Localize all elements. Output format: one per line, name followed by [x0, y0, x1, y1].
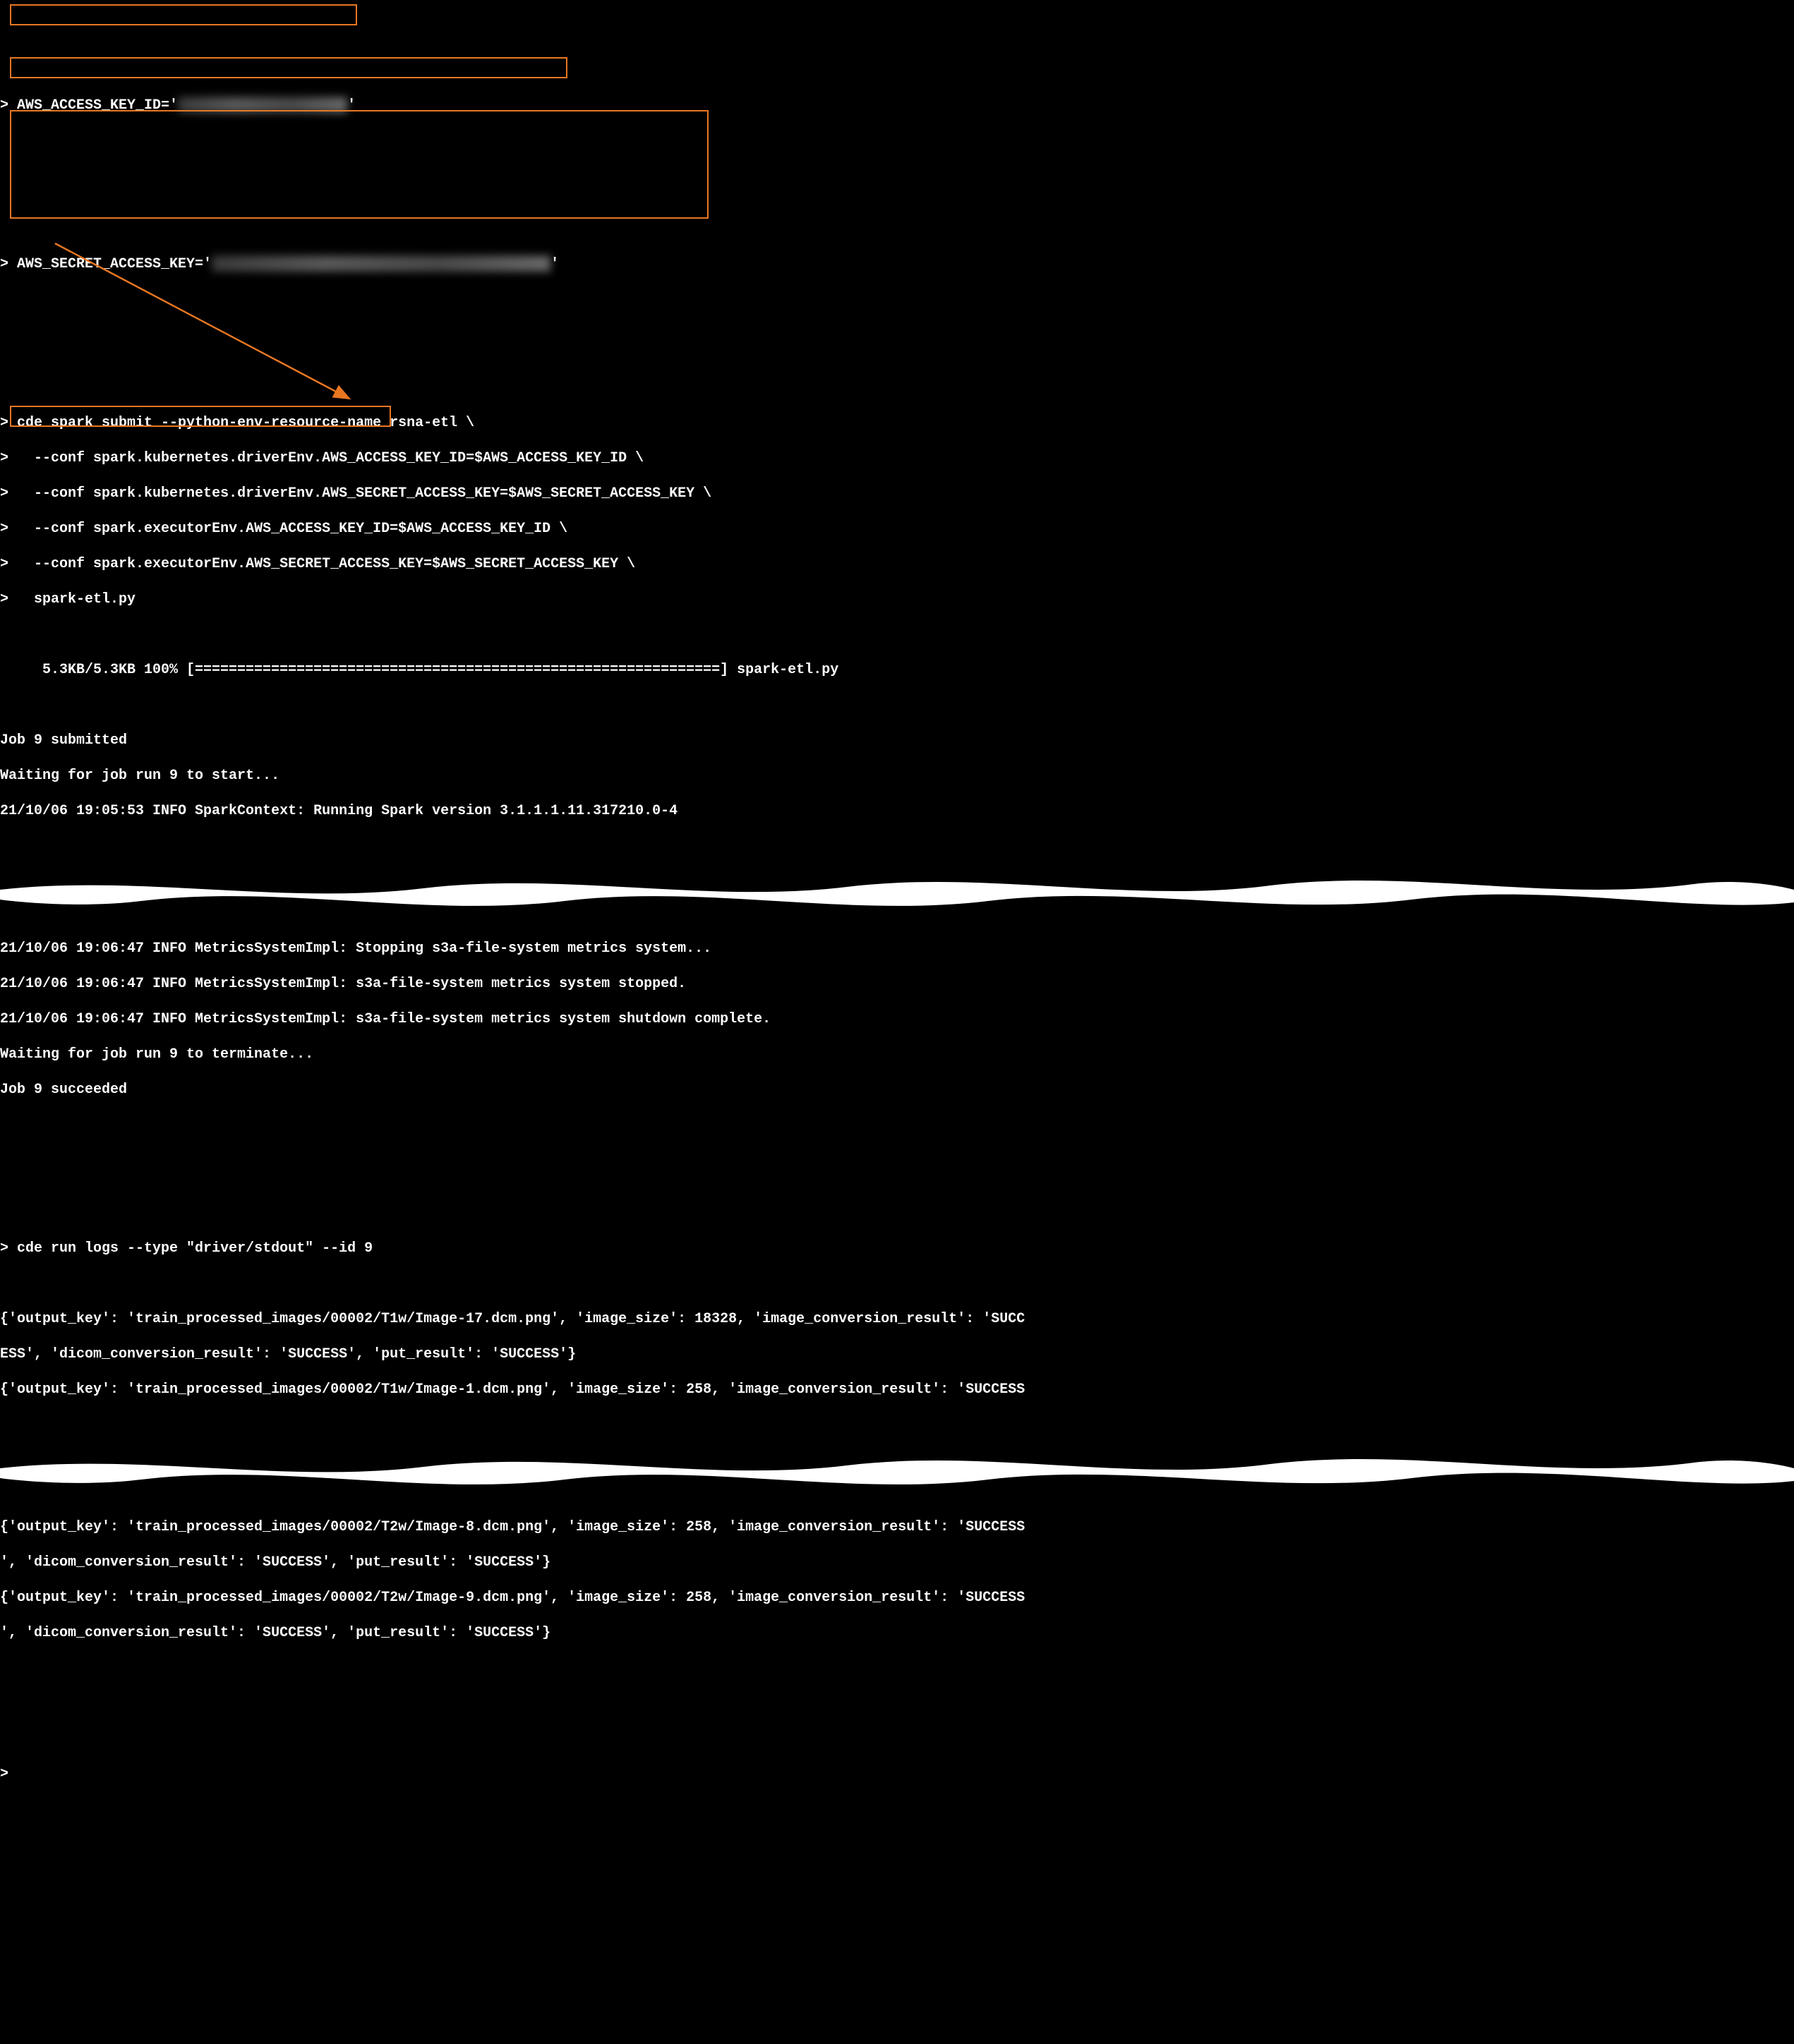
spark-submit-cmd-l1: cde spark submit --python-env-resource-n…: [8, 415, 474, 431]
blank-line: [0, 1169, 1794, 1187]
prompt-symbol: >: [0, 1766, 8, 1782]
redacted-secret-access-key: ████████████████████████████████████████: [212, 255, 550, 273]
waiting-terminate: Waiting for job run 9 to terminate...: [0, 1046, 1794, 1063]
terminal-line: > cde run logs --type "driver/stdout" --…: [0, 1240, 1794, 1257]
terminal-line: > --conf spark.kubernetes.driverEnv.AWS_…: [0, 485, 1794, 502]
blank-line: [0, 1134, 1794, 1151]
redacted-access-key-id: ████████████████████: [178, 97, 347, 114]
terminal-line: > --conf spark.executorEnv.AWS_SECRET_AC…: [0, 555, 1794, 573]
highlight-box-secret-key: [10, 57, 567, 78]
cde-run-logs-cmd: cde run logs --type "driver/stdout" --id…: [8, 1240, 373, 1257]
job-succeeded: Job 9 succeeded: [0, 1081, 1794, 1099]
highlight-box-access-key: [10, 4, 357, 25]
log-output: {'output_key': 'train_processed_images/0…: [0, 1310, 1794, 1328]
blank-line: [0, 1677, 1794, 1695]
terminal-line: > AWS_SECRET_ACCESS_KEY='███████████████…: [0, 255, 1794, 273]
spark-submit-cmd-l4: --conf spark.executorEnv.AWS_ACCESS_KEY_…: [8, 521, 567, 537]
blank-line: [0, 185, 1794, 202]
spark-submit-cmd-l2: --conf spark.kubernetes.driverEnv.AWS_AC…: [8, 450, 644, 466]
job-submitted: Job 9 submitted: [0, 732, 1794, 749]
metrics-shutdown-log: 21/10/06 19:06:47 INFO MetricsSystemImpl…: [0, 1010, 1794, 1028]
spark-version-log: 21/10/06 19:05:53 INFO SparkContext: Run…: [0, 802, 1794, 820]
env-assign-key-id-end: ': [347, 97, 356, 114]
terminal-line: > spark-etl.py: [0, 591, 1794, 608]
prompt-symbol: >: [0, 415, 8, 431]
page-tear-icon: [0, 1447, 1794, 1470]
prompt-symbol: >: [0, 521, 8, 537]
spark-submit-cmd-l3: --conf spark.kubernetes.driverEnv.AWS_SE…: [8, 485, 711, 502]
terminal-line: > cde spark submit --python-env-resource…: [0, 414, 1794, 432]
prompt-symbol: >: [0, 556, 8, 572]
log-output: ESS', 'dicom_conversion_result': 'SUCCES…: [0, 1345, 1794, 1363]
prompt-symbol: >: [0, 485, 8, 502]
blank-line: [0, 308, 1794, 326]
prompt-symbol: >: [0, 591, 8, 607]
blank-line: [0, 150, 1794, 167]
log-output: {'output_key': 'train_processed_images/0…: [0, 1381, 1794, 1398]
spark-submit-cmd-l6: spark-etl.py: [8, 591, 136, 607]
terminal-line[interactable]: >: [0, 1765, 1794, 1783]
blank-line: [0, 344, 1794, 361]
env-assign-key-id: AWS_ACCESS_KEY_ID=': [8, 97, 178, 114]
terminal-line: > --conf spark.executorEnv.AWS_ACCESS_KE…: [0, 520, 1794, 538]
metrics-stopped-log: 21/10/06 19:06:47 INFO MetricsSystemImpl…: [0, 975, 1794, 993]
terminal-line: > AWS_ACCESS_KEY_ID='███████████████████…: [0, 97, 1794, 114]
spark-submit-cmd-l5: --conf spark.executorEnv.AWS_SECRET_ACCE…: [8, 556, 635, 572]
prompt-symbol: >: [0, 450, 8, 466]
log-output: ', 'dicom_conversion_result': 'SUCCESS',…: [0, 1624, 1794, 1642]
page-tear-icon: [0, 869, 1794, 891]
env-assign-secret-key-end: ': [550, 256, 559, 272]
terminal-line: > --conf spark.kubernetes.driverEnv.AWS_…: [0, 449, 1794, 467]
log-output: {'output_key': 'train_processed_images/0…: [0, 1518, 1794, 1536]
waiting-start: Waiting for job run 9 to start...: [0, 767, 1794, 785]
blank-line: [0, 1712, 1794, 1730]
prompt-symbol: >: [0, 1240, 8, 1257]
prompt-symbol: >: [0, 97, 8, 114]
metrics-stopping-log: 21/10/06 19:06:47 INFO MetricsSystemImpl…: [0, 940, 1794, 957]
prompt-symbol: >: [0, 256, 8, 272]
log-output: ', 'dicom_conversion_result': 'SUCCESS',…: [0, 1554, 1794, 1571]
env-assign-secret-key: AWS_SECRET_ACCESS_KEY=': [8, 256, 212, 272]
upload-progress: 5.3KB/5.3KB 100% [======================…: [0, 661, 1794, 679]
log-output: {'output_key': 'train_processed_images/0…: [0, 1589, 1794, 1607]
